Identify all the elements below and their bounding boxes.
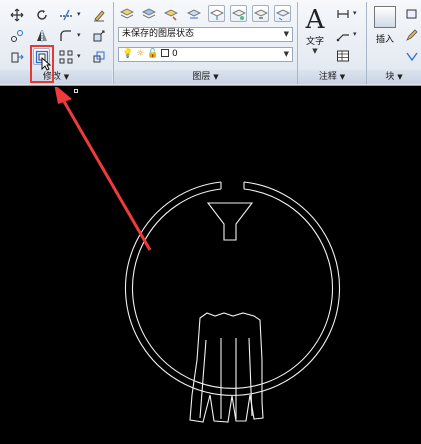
layer-freeze-icon[interactable] [208, 5, 225, 22]
array-dropdown-icon[interactable]: ▾ [77, 52, 81, 60]
lock-open-icon: 🔓 [147, 49, 159, 59]
red-arrow [54, 87, 152, 251]
layer-dropdown-icon: ▼ [283, 50, 289, 58]
erase-icon[interactable] [90, 6, 107, 23]
layer-state-select[interactable]: 未保存的图层状态 ▼ [118, 27, 293, 42]
text-glyph: A [305, 5, 325, 35]
text-button[interactable]: A 文字 ▼ [300, 6, 330, 55]
explode-icon[interactable] [90, 27, 107, 44]
layer-off-icon[interactable] [185, 5, 202, 22]
layer-state-value: 未保存的图层状态 [122, 29, 195, 39]
rotate-icon[interactable] [33, 6, 50, 23]
outer-ring-arc [124, 181, 341, 396]
mouse-cursor-icon [41, 57, 51, 71]
layer-previous-icon[interactable] [274, 5, 291, 22]
scale-icon[interactable] [90, 48, 107, 65]
layers-panel-title[interactable]: 图层 ▼ [114, 70, 297, 84]
fillet-icon[interactable] [57, 27, 74, 44]
dimension-dropdown-icon[interactable]: ▾ [353, 9, 357, 17]
insert-block-icon [374, 6, 396, 28]
funnel-shape [206, 202, 254, 241]
annotation-panel-label: 注释 [318, 72, 337, 82]
red-arrow-shaft [60, 97, 152, 251]
stretch-icon[interactable] [8, 48, 25, 65]
block-attribute-icon[interactable] [403, 47, 420, 64]
annotation-panel-dropdown-icon: ▼ [339, 73, 346, 81]
layer-properties-icon[interactable] [118, 5, 135, 22]
block-panel-dropdown-icon: ▼ [397, 73, 403, 81]
insert-button-label: 插入 [375, 35, 394, 45]
copy-icon[interactable] [8, 27, 25, 44]
layer-value: 0 [172, 49, 178, 59]
drawing-canvas[interactable] [0, 87, 421, 444]
brush-stroke [248, 337, 253, 417]
leader-icon[interactable] [334, 26, 351, 43]
block-panel-title[interactable]: 块 ▼ [367, 70, 421, 84]
layers-panel-dropdown-icon: ▼ [213, 73, 219, 81]
modify-panel-title[interactable]: 修改 ▼ [0, 70, 112, 84]
brush-stroke [199, 339, 207, 419]
layer-state-icon[interactable] [140, 5, 157, 22]
mirror-icon[interactable] [33, 27, 50, 44]
text-dropdown-icon: ▼ [312, 47, 318, 55]
sun-icon: ☼ [136, 49, 145, 59]
insert-button[interactable]: 插入 [370, 6, 400, 45]
trim-dropdown-icon[interactable]: ▾ [77, 10, 81, 18]
text-button-label: 文字 [305, 37, 324, 47]
red-arrow-head [54, 87, 72, 104]
layer-select[interactable]: 💡 ☼ 🔓 0 ▼ [118, 47, 293, 62]
dimension-icon[interactable] [334, 5, 351, 22]
block-panel-label: 块 [385, 72, 395, 82]
inner-ring-arc [132, 188, 333, 389]
ribbon: ▾ ▾ ▾ 修改 ▼ 未保存的图层状态 ▼ 💡 ☼ 🔓 0 ▼ 图层 ▼ A 文… [0, 0, 421, 86]
bulb-icon: 💡 [122, 49, 134, 59]
leader-dropdown-icon[interactable]: ▾ [353, 30, 357, 38]
layer-match-icon[interactable] [252, 5, 269, 22]
layer-lock-icon[interactable] [230, 5, 247, 22]
fillet-dropdown-icon[interactable]: ▾ [77, 31, 81, 39]
annotation-panel-title[interactable]: 注释 ▼ [298, 70, 366, 84]
trim-icon[interactable] [57, 6, 74, 23]
layer-color-swatch [161, 49, 170, 57]
array-icon[interactable] [57, 48, 74, 65]
table-icon[interactable] [334, 47, 351, 64]
modify-panel-dropdown-icon: ▼ [63, 73, 70, 81]
layer-state-dropdown-icon: ▼ [283, 30, 289, 38]
edit-block-icon[interactable] [403, 26, 420, 43]
canvas-grip-marker [74, 89, 78, 93]
layer-isolate-icon[interactable] [162, 5, 179, 22]
move-icon[interactable] [8, 6, 25, 23]
layers-panel-label: 图层 [192, 72, 211, 82]
create-block-icon[interactable] [403, 5, 420, 22]
